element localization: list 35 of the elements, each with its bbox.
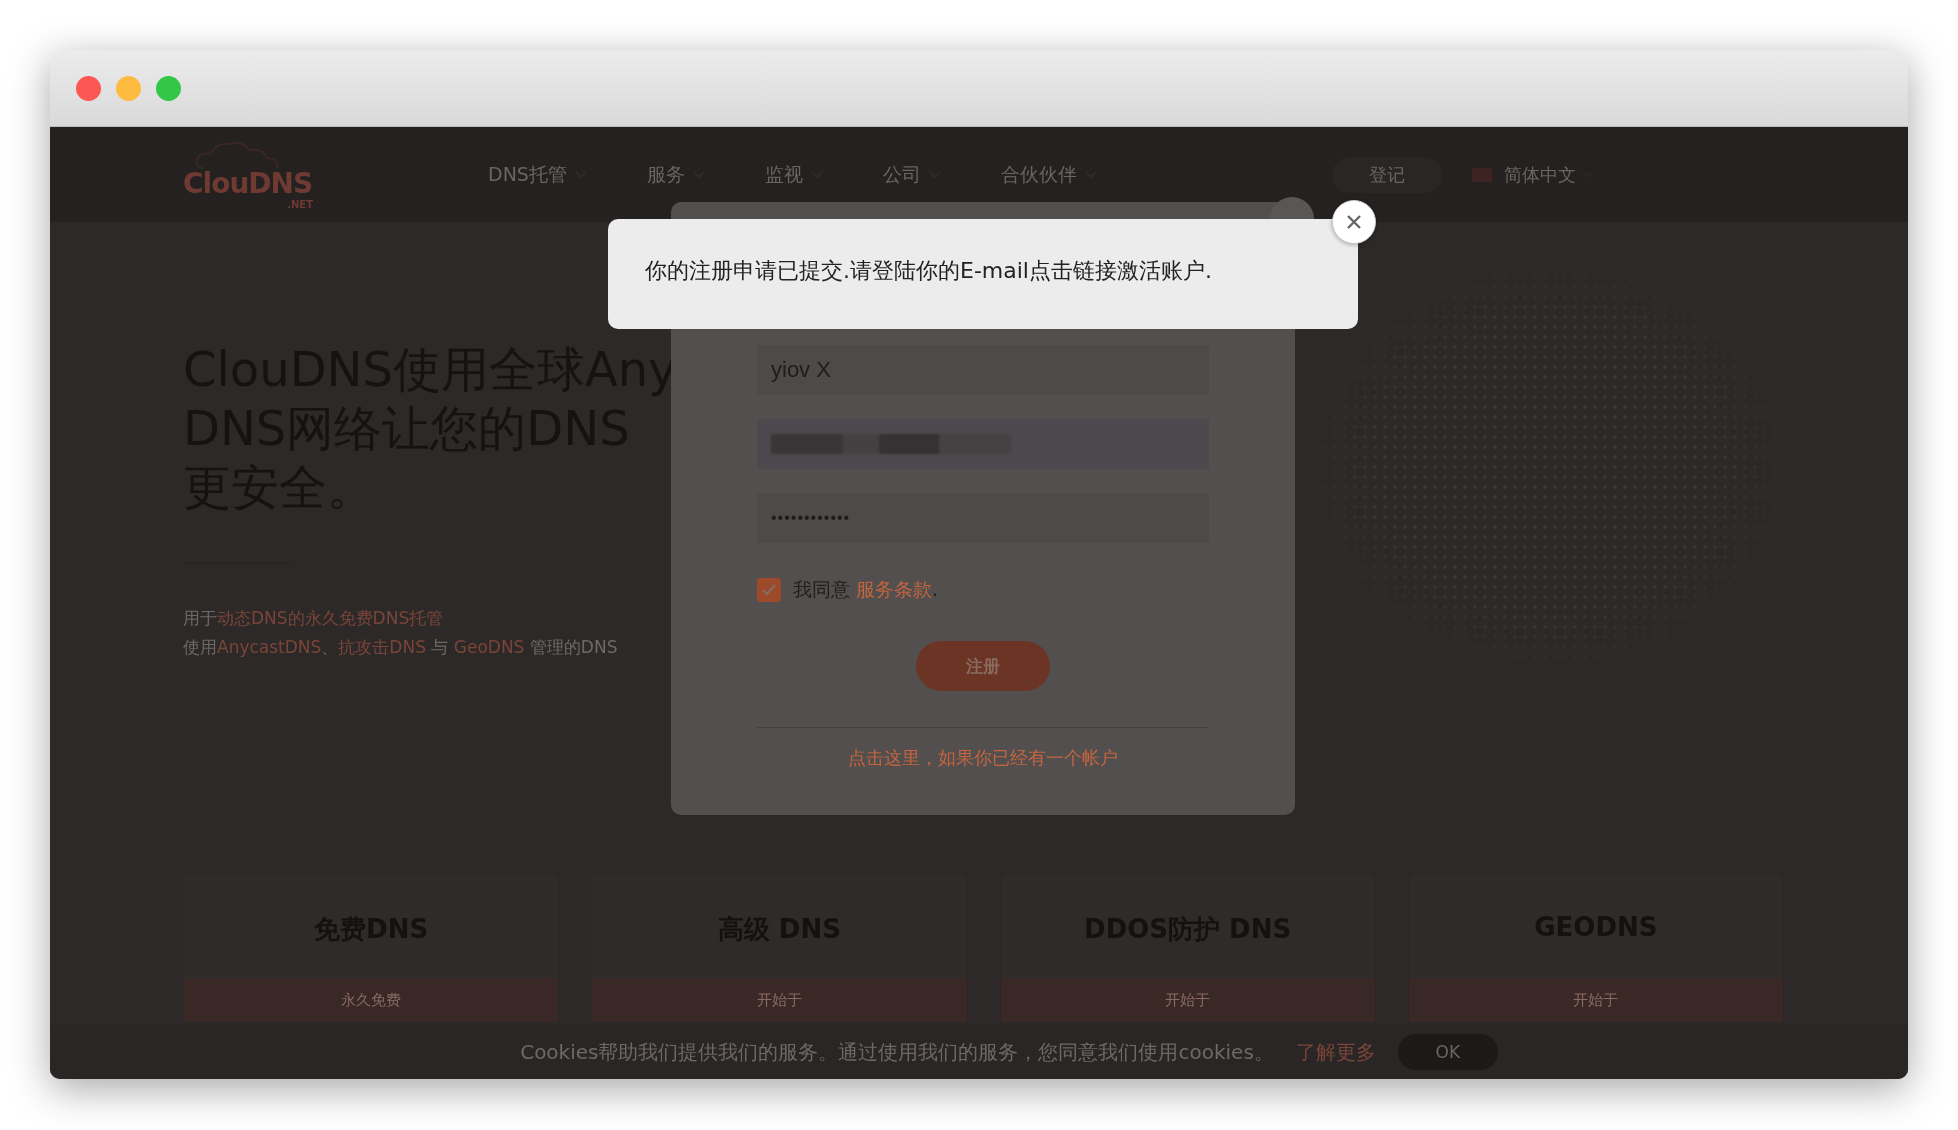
language-selector[interactable]: 简体中文: [1503, 162, 1592, 187]
hero-link[interactable]: 抗攻击DNS: [338, 637, 426, 657]
hero-subtitle: 使用AnycastDNS、抗攻击DNS 与 GeoDNS 管理的DNS: [183, 636, 618, 659]
cookie-notice: Cookies帮助我们提供我们的服务。通过使用我们的服务，您同意我们使用cookies。: [520, 1038, 1274, 1066]
close-window-button[interactable]: [76, 75, 101, 101]
ok-button[interactable]: OK: [1397, 1034, 1498, 1070]
plan-button[interactable]: 开始于: [1408, 978, 1783, 1022]
nav-menu-item[interactable]: 公司: [882, 161, 941, 188]
checkbox[interactable]: [757, 578, 781, 602]
flag-icon: [1471, 167, 1492, 182]
nav-menu-item[interactable]: DNS托管: [488, 161, 587, 188]
zoom-window-button[interactable]: [156, 75, 181, 101]
learn-more-link[interactable]: 了解更多: [1295, 1038, 1376, 1066]
hero-link[interactable]: AnycastDNS: [217, 637, 322, 657]
nav-menu-item[interactable]: 合伙伙伴: [1000, 161, 1097, 188]
plan-button[interactable]: 开始于: [1000, 978, 1375, 1022]
alert-message: 你的注册申请已提交.请登陆你的E-mail点击链接激活账户.: [645, 258, 1212, 283]
terms-link[interactable]: 服务条款: [856, 578, 933, 600]
register-button[interactable]: 注册: [916, 641, 1050, 691]
login-button[interactable]: 登记: [1331, 156, 1442, 193]
logo-suffix: .NET: [287, 198, 313, 210]
logo-text[interactable]: ClouDNS: [183, 168, 313, 199]
checkmark-icon: [762, 584, 776, 596]
nav-menu-item[interactable]: 监视: [764, 161, 823, 188]
login-link[interactable]: 点击这里，如果你已经有一个帐户: [848, 746, 1118, 770]
hero-link[interactable]: 动态DNS的永久免费DNS托管: [217, 608, 444, 628]
hero-subtitle: 用于动态DNS的永久免费DNS托管: [183, 607, 444, 630]
hero-link[interactable]: GeoDNS: [453, 637, 525, 657]
password-field[interactable]: ••••••••••••: [757, 493, 1209, 543]
plan-button[interactable]: 永久免费: [184, 978, 559, 1022]
minimize-window-button[interactable]: [116, 75, 141, 101]
nav-menu-item[interactable]: 服务: [646, 161, 705, 188]
plan-button[interactable]: 开始于: [592, 978, 967, 1022]
close-icon: [1346, 214, 1362, 230]
email-field[interactable]: [757, 419, 1209, 469]
